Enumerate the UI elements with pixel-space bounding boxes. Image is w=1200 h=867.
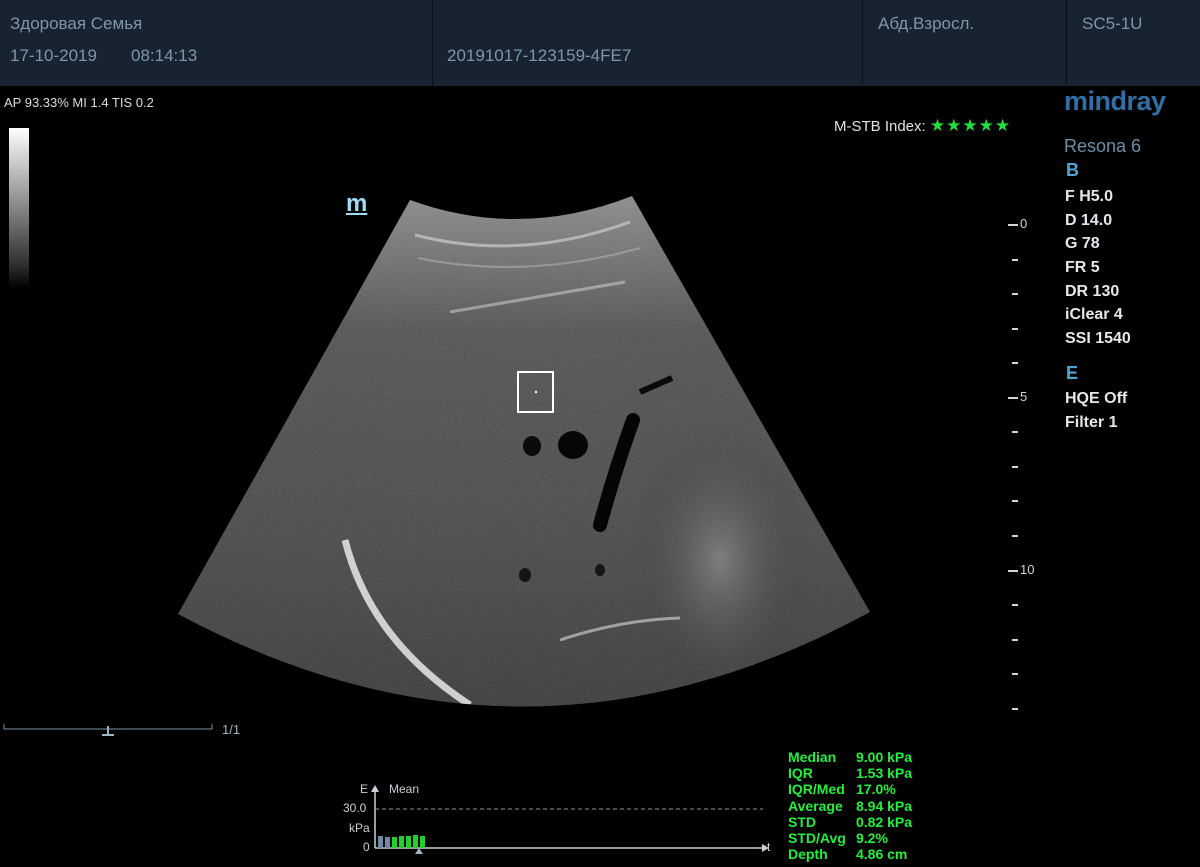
stat-value-average: 8.94 kPa [856, 798, 913, 814]
stat-label-median: Median [788, 749, 837, 765]
stat-label-average: Average [788, 798, 843, 814]
param-hqe: HQE Off [1065, 390, 1128, 407]
history-bars [378, 835, 425, 848]
stat-value-median: 9.00 kPa [856, 749, 913, 765]
stat-value-iqr-med: 17.0% [856, 781, 896, 797]
param-gain: G 78 [1065, 235, 1100, 252]
mode-b-header: B [1066, 160, 1079, 180]
stat-value-std-avg: 9.2% [856, 830, 888, 846]
history-chart-max-label: 30.0 [343, 801, 367, 815]
stat-label-std-avg: STD/Avg [788, 830, 846, 846]
history-chart-zero-label: 0 [363, 840, 370, 854]
stat-value-iqr: 1.53 kPa [856, 765, 913, 781]
param-frequency: F H5.0 [1065, 188, 1114, 205]
depth-label-0: 0 [1020, 216, 1028, 231]
history-cursor-icon[interactable] [415, 848, 423, 854]
history-chart [371, 785, 769, 854]
stat-label-depth: Depth [788, 846, 828, 862]
param-depth: D 14.0 [1065, 212, 1113, 229]
cine-frame-counter: 1/1 [222, 722, 241, 737]
param-filter: Filter 1 [1065, 414, 1118, 431]
scan-sector [178, 196, 870, 707]
cine-slider[interactable] [0, 718, 220, 740]
param-frame-rate: FR 5 [1065, 259, 1100, 276]
param-ssi: SSI 1540 [1065, 330, 1131, 347]
stat-value-std: 0.82 kPa [856, 814, 913, 830]
stat-label-std: STD [788, 814, 816, 830]
depth-label-5: 5 [1020, 389, 1028, 404]
param-iclear: iClear 4 [1065, 306, 1123, 323]
stat-value-depth: 4.86 cm [856, 846, 908, 862]
history-chart-e-label: E [360, 782, 369, 796]
depth-label-10: 10 [1020, 562, 1035, 577]
history-chart-unit: kPa [349, 821, 370, 835]
stat-label-iqr: IQR [788, 765, 813, 781]
mode-e-header: E [1066, 363, 1079, 383]
param-dynamic-range: DR 130 [1065, 283, 1120, 300]
stat-label-iqr-med: IQR/Med [788, 781, 845, 797]
